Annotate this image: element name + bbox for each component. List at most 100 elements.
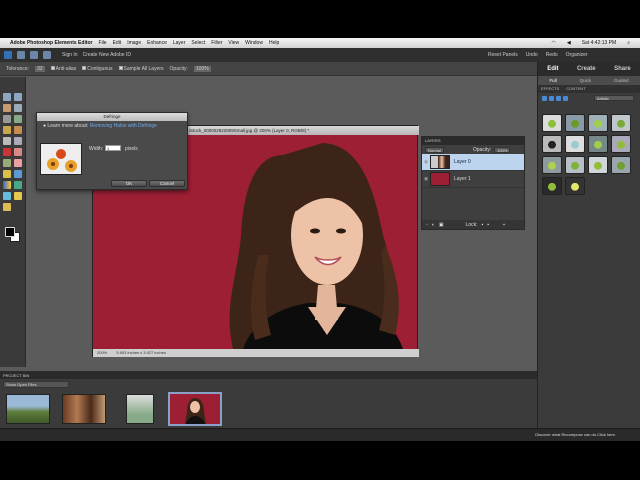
menu-select[interactable]: Select	[191, 40, 205, 46]
crop-tool-icon[interactable]	[14, 137, 22, 145]
all-effects-icon[interactable]	[563, 95, 568, 101]
bin-thumbnail-portrait[interactable]	[168, 392, 222, 426]
effect-thumbnail[interactable]	[542, 114, 562, 132]
spotlight-icon[interactable]: ⌕	[627, 40, 630, 46]
anti-alias-checkbox[interactable]: Anti-alias	[50, 66, 76, 72]
tab-guided[interactable]: Guided	[614, 78, 629, 83]
shape-tool-icon[interactable]	[14, 181, 22, 189]
layer-name[interactable]: Layer 1	[454, 176, 471, 182]
clock[interactable]: Sat 4:42:13 PM	[582, 40, 616, 46]
lasso-tool-icon[interactable]	[14, 115, 22, 123]
wifi-icon[interactable]: ◠	[551, 40, 555, 46]
tab-quick[interactable]: Quick	[580, 78, 592, 83]
bin-thumbnail-landscape[interactable]	[6, 394, 50, 424]
menu-enhance[interactable]: Enhance	[147, 40, 167, 46]
effect-thumbnail[interactable]	[588, 156, 608, 174]
healing-brush-tool-icon[interactable]	[14, 148, 22, 156]
tab-share[interactable]: Share	[614, 66, 631, 72]
sponge-tool-icon[interactable]	[14, 192, 22, 200]
cancel-button[interactable]: Cancel	[149, 180, 185, 187]
effect-thumbnail[interactable]	[565, 114, 585, 132]
learn-more-link[interactable]: Removing Halos with Defringe	[90, 123, 157, 129]
minimize-icon[interactable]	[17, 51, 25, 59]
effect-thumbnail[interactable]	[565, 156, 585, 174]
undo-button[interactable]: Undo	[526, 52, 538, 58]
tab-effects[interactable]: EFFECTS	[541, 86, 559, 91]
menu-file[interactable]: File	[99, 40, 107, 46]
paint-bucket-tool-icon[interactable]	[14, 170, 22, 178]
selection-brush-tool-icon[interactable]	[14, 126, 22, 134]
zoom-value[interactable]: 200%	[97, 350, 107, 355]
filters-icon[interactable]	[542, 95, 547, 101]
effect-thumbnail[interactable]	[565, 177, 585, 195]
hand-tool-icon[interactable]	[3, 104, 11, 112]
red-eye-tool-icon[interactable]	[3, 148, 11, 156]
effect-thumbnail[interactable]	[542, 177, 562, 195]
mask-icon[interactable]: ▣	[439, 222, 444, 228]
menu-layer[interactable]: Layer	[173, 40, 186, 46]
blend-mode-select[interactable]: Normal	[425, 146, 444, 153]
visibility-icon[interactable]: ◉	[422, 159, 430, 165]
marquee-tool-icon[interactable]	[3, 115, 11, 123]
tab-edit[interactable]: Edit	[547, 66, 558, 72]
zoom-tool-icon[interactable]	[14, 93, 22, 101]
menu-window[interactable]: Window	[245, 40, 263, 46]
layout-icon[interactable]	[43, 51, 51, 59]
effect-thumbnail[interactable]	[588, 135, 608, 153]
opacity-input[interactable]: 100%	[193, 65, 211, 72]
clone-stamp-tool-icon[interactable]	[3, 159, 11, 167]
eyedropper-tool-icon[interactable]	[14, 104, 22, 112]
contiguous-checkbox[interactable]: Contiguous	[82, 66, 113, 72]
effect-thumbnail[interactable]	[611, 156, 631, 174]
move-tool-icon[interactable]	[3, 93, 11, 101]
tab-full[interactable]: Full	[549, 78, 556, 83]
type-tool-icon[interactable]	[3, 137, 11, 145]
photo-effects-icon[interactable]	[556, 95, 561, 101]
effect-thumbnail[interactable]	[542, 135, 562, 153]
effect-thumbnail[interactable]	[611, 114, 631, 132]
tab-content[interactable]: CONTENT	[566, 86, 585, 91]
effects-category-select[interactable]: Artistic	[594, 95, 634, 101]
app-menu[interactable]: Adobe Photoshop Elements Editor	[10, 40, 93, 46]
organizer-button[interactable]: Organizer	[566, 52, 588, 58]
magic-wand-tool-icon[interactable]	[3, 126, 11, 134]
bin-thumbnail-people[interactable]	[62, 394, 106, 424]
ok-button[interactable]: OK	[111, 180, 147, 187]
create-id-link[interactable]: Create New Adobe ID	[83, 52, 131, 58]
delete-layer-icon[interactable]: ▪	[503, 222, 505, 228]
effect-thumbnail[interactable]	[542, 156, 562, 174]
adjustment-layer-icon[interactable]: ◐	[432, 222, 435, 228]
eraser-tool-icon[interactable]	[14, 159, 22, 167]
menu-help[interactable]: Help	[269, 40, 279, 46]
width-input[interactable]: 1	[105, 145, 121, 151]
sign-in-link[interactable]: Sign In	[62, 52, 78, 58]
frame-icon[interactable]	[30, 51, 38, 59]
tab-create[interactable]: Create	[577, 66, 596, 72]
redo-button[interactable]: Redo	[546, 52, 558, 58]
menu-edit[interactable]: Edit	[113, 40, 122, 46]
pencil-tool-icon[interactable]	[3, 203, 11, 211]
new-layer-icon[interactable]: ▫	[426, 222, 428, 228]
sample-all-checkbox[interactable]: Sample All Layers	[118, 66, 164, 72]
styles-icon[interactable]	[549, 95, 554, 101]
layer-row[interactable]: ◉ Layer 0	[422, 154, 524, 171]
effect-thumbnail[interactable]	[588, 114, 608, 132]
layer-name[interactable]: Layer 0	[454, 159, 471, 165]
effect-thumbnail[interactable]	[611, 135, 631, 153]
lock-all-icon[interactable]: ▪	[487, 222, 489, 228]
foreground-color-swatch[interactable]	[5, 227, 15, 237]
show-files-select[interactable]: Show Open Files	[3, 381, 69, 388]
menu-filter[interactable]: Filter	[211, 40, 222, 46]
layer-opacity-input[interactable]: 100%	[494, 146, 511, 153]
recompose-tip-link[interactable]: Discover what Recompose can do.Click her…	[535, 432, 616, 437]
menu-image[interactable]: Image	[127, 40, 141, 46]
gradient-tool-icon[interactable]	[3, 181, 11, 189]
blur-tool-icon[interactable]	[3, 192, 11, 200]
effect-thumbnail[interactable]	[565, 135, 585, 153]
volume-icon[interactable]: ◀	[567, 40, 571, 46]
lock-pixels-icon[interactable]: ▪	[482, 222, 484, 228]
reset-panels-button[interactable]: Reset Panels	[488, 52, 518, 58]
tolerance-input[interactable]: 32	[35, 65, 45, 72]
brush-tool-icon[interactable]	[3, 170, 11, 178]
menu-view[interactable]: View	[228, 40, 239, 46]
